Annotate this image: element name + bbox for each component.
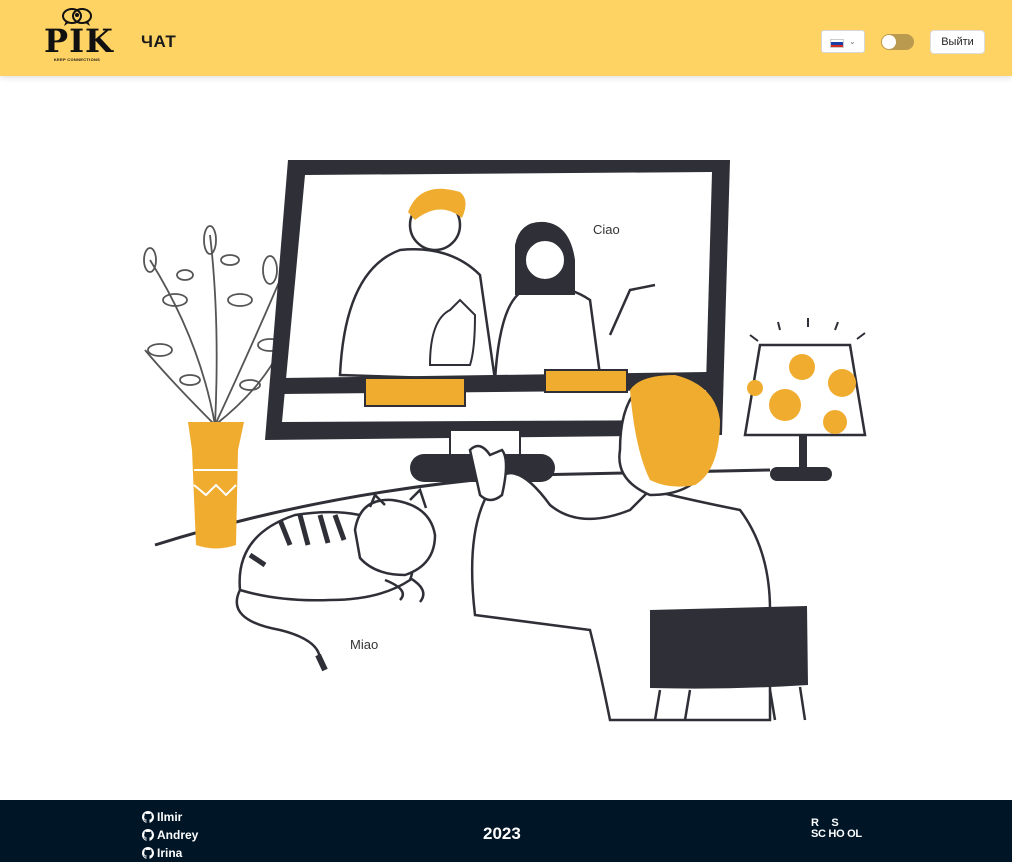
speech-bubble-miao: Miao — [350, 637, 379, 652]
rs-school-logo[interactable]: R S SC HO OL — [811, 818, 862, 840]
logo-text: PIK — [44, 22, 114, 60]
github-icon — [142, 847, 154, 859]
developer-link-ilmir[interactable]: Ilmir — [142, 808, 198, 826]
developer-link-andrey[interactable]: Andrey — [142, 826, 198, 844]
toggle-knob — [882, 35, 896, 49]
header: PIK KEEP CONNECTIONS ЧАТ ⌄ Выйти — [0, 0, 1012, 76]
footer: Ilmir Andrey Irina 2023 R S SC HO OL — [0, 800, 1012, 862]
developer-name: Irina — [157, 846, 183, 860]
github-icon — [142, 829, 154, 841]
theme-toggle[interactable] — [881, 34, 914, 50]
chevron-down-icon: ⌄ — [849, 37, 856, 46]
logo-subtitle: KEEP CONNECTIONS — [53, 57, 101, 62]
lamp — [743, 318, 867, 481]
russian-flag-icon — [830, 39, 844, 48]
developer-name: Ilmir — [157, 810, 183, 824]
footer-year: 2023 — [483, 824, 521, 843]
cat — [235, 487, 437, 672]
video-chat-illustration: Ciao Miao — [130, 150, 890, 730]
developer-name: Andrey — [157, 828, 199, 842]
github-icon — [142, 811, 154, 823]
plant-icon — [143, 225, 283, 426]
app-logo[interactable]: PIK KEEP CONNECTIONS — [44, 6, 114, 66]
speech-bubble-ciao: Ciao — [593, 222, 620, 237]
language-select[interactable]: ⌄ — [821, 30, 865, 53]
nav-title-chat[interactable]: ЧАТ — [141, 32, 176, 52]
logout-button[interactable]: Выйти — [930, 30, 985, 54]
rs-school-logo-line2: SC HO OL — [811, 828, 862, 840]
developer-links: Ilmir Andrey Irina — [142, 808, 198, 862]
illustration-svg — [143, 160, 867, 722]
developer-link-irina[interactable]: Irina — [142, 844, 198, 862]
